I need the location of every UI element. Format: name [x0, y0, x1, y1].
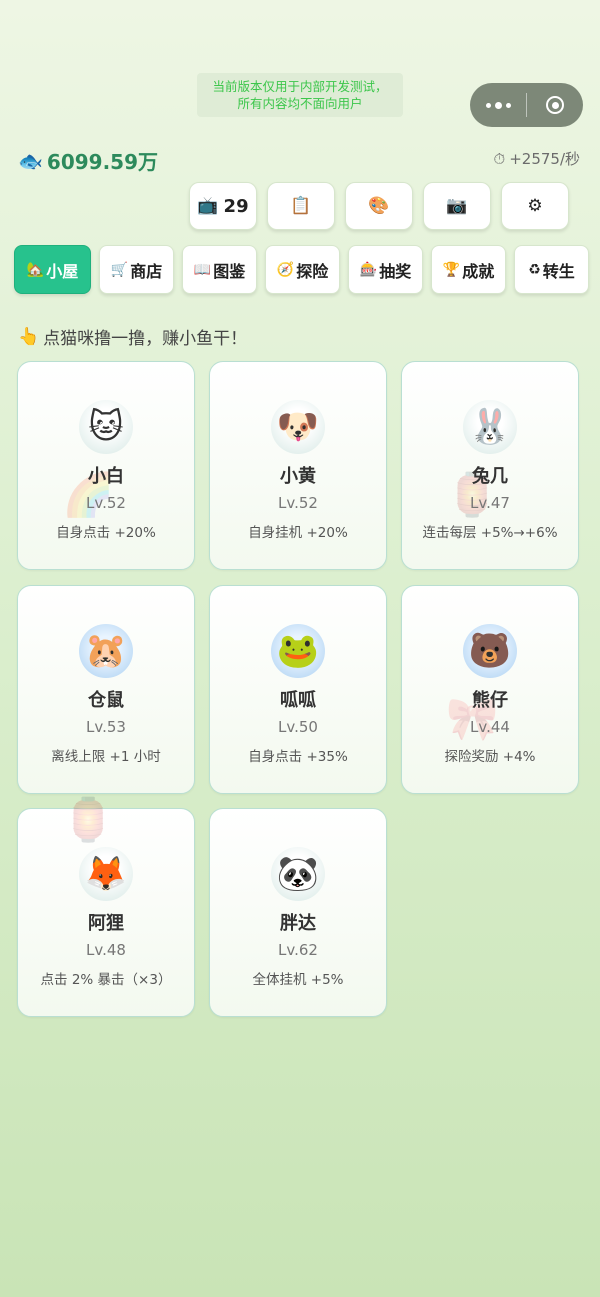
pet-skill: 连击每层 +5%→+6%	[422, 525, 558, 541]
slot-machine-icon: 🎰	[359, 261, 378, 278]
recycle-icon: ♻	[528, 261, 541, 278]
rate-value: +2575/秒	[509, 150, 580, 168]
pet-level: Lv.50	[278, 718, 318, 736]
pet-name: 熊仔	[472, 690, 508, 711]
pet-level: Lv.47	[470, 494, 510, 512]
miniprogram-capsule	[470, 83, 583, 127]
pet-card[interactable]: 🌈 🐱 小白 Lv.52 自身点击 +20%	[17, 361, 195, 570]
pet-level: Lv.62	[278, 941, 318, 959]
rabbit-icon: 🐰	[463, 400, 517, 454]
pet-skill: 自身点击 +20%	[56, 525, 156, 541]
pet-level: Lv.48	[86, 941, 126, 959]
pet-card[interactable]: 🐹 仓鼠 Lv.53 离线上限 +1 小时	[17, 585, 195, 794]
pet-skill: 自身挂机 +20%	[248, 525, 348, 541]
pet-skill: 点击 2% 暴击（×3）	[40, 972, 172, 988]
main-nav: 🏡 小屋 🛒 商店 📖 图鉴 🧭 探险 🎰 抽奖 🏆 成就 ♻ 转生	[14, 245, 589, 294]
clipboard-icon: 📋	[290, 196, 312, 216]
tab-compass[interactable]: 🧭 探险	[265, 245, 340, 294]
pet-name: 兔几	[472, 466, 508, 487]
tab-label: 抽奖	[379, 261, 412, 281]
toolbar: 📺 29 📋 🎨 📷 ⚙	[189, 182, 569, 230]
pet-level: Lv.53	[86, 718, 126, 736]
tab-book[interactable]: 📖 图鉴	[182, 245, 257, 294]
panda-icon: 🐼	[271, 847, 325, 901]
toolbar-button-palette[interactable]: 🎨	[345, 182, 413, 230]
tab-label: 成就	[462, 261, 495, 281]
pet-name: 阿狸	[88, 913, 124, 934]
pet-level: Lv.52	[86, 494, 126, 512]
tab-slot-machine[interactable]: 🎰 抽奖	[348, 245, 423, 294]
cat-icon: 🐱	[79, 400, 133, 454]
tab-label: 图鉴	[213, 261, 246, 281]
target-circle-icon[interactable]	[527, 96, 583, 114]
tab-cart[interactable]: 🛒 商店	[99, 245, 174, 294]
pet-level: Lv.52	[278, 494, 318, 512]
income-rate: ⏱ +2575/秒	[494, 148, 581, 169]
trophy-icon: 🏆	[442, 261, 461, 278]
pet-card[interactable]: 🏮 🐰 兔几 Lv.47 连击每层 +5%→+6%	[401, 361, 579, 570]
pet-skill: 全体挂机 +5%	[252, 972, 344, 988]
camera-icon: 📷	[446, 196, 468, 216]
tap-hint: 👆 点猫咪撸一撸，赚小鱼干！	[18, 324, 248, 350]
tab-trophy[interactable]: 🏆 成就	[431, 245, 506, 294]
pet-skill: 离线上限 +1 小时	[51, 749, 161, 765]
stopwatch-icon: ⏱	[493, 149, 506, 168]
pet-card[interactable]: 🏮 🦊 阿狸 Lv.48 点击 2% 暴击（×3）	[17, 795, 195, 1017]
frog-icon: 🐸	[271, 624, 325, 678]
pet-skill: 探险奖励 +4%	[444, 749, 536, 765]
pet-card[interactable]: 🐶 小黄 Lv.52 自身挂机 +20%	[209, 361, 387, 570]
pet-card[interactable]: 🐸 呱呱 Lv.50 自身点击 +35%	[209, 585, 387, 794]
tab-label: 探险	[296, 261, 329, 281]
palette-icon: 🎨	[368, 196, 390, 216]
toolbar-badge-count: 29	[223, 195, 249, 217]
toolbar-button-gear[interactable]: ⚙	[501, 182, 569, 230]
cart-icon: 🛒	[110, 261, 129, 278]
pet-name: 呱呱	[280, 690, 316, 711]
dev-notice-line1: 当前版本仅用于内部开发测试，	[212, 79, 388, 94]
gear-icon: ⚙	[527, 196, 543, 216]
fox-icon: 🦊	[79, 847, 133, 901]
tab-house[interactable]: 🏡 小屋	[14, 245, 91, 294]
pet-name: 小白	[88, 466, 124, 487]
tv-icon: 📺	[197, 196, 219, 216]
pet-name: 小黄	[280, 466, 316, 487]
dev-notice-line2: 所有内容均不面向用户	[237, 96, 363, 111]
tab-label: 商店	[130, 261, 163, 281]
dog-icon: 🐶	[271, 400, 325, 454]
book-icon: 📖	[193, 261, 212, 278]
bear-icon: 🐻	[463, 624, 517, 678]
coins-balance: 🐟 6099.59万	[18, 146, 158, 175]
dev-notice: 当前版本仅用于内部开发测试， 所有内容均不面向用户	[197, 73, 403, 117]
pet-skill: 自身点击 +35%	[248, 749, 348, 765]
house-icon: 🏡	[26, 261, 45, 278]
coins-value: 6099.59万	[46, 150, 158, 174]
pointing-finger-icon: 👆	[18, 326, 40, 347]
tab-recycle[interactable]: ♻ 转生	[514, 245, 589, 294]
hamster-icon: 🐹	[79, 624, 133, 678]
pet-card[interactable]: 🐼 胖达 Lv.62 全体挂机 +5%	[209, 808, 387, 1017]
compass-icon: 🧭	[276, 261, 295, 278]
pet-name: 仓鼠	[88, 690, 124, 711]
pet-name: 胖达	[280, 913, 316, 934]
pet-level: Lv.44	[470, 718, 510, 736]
more-dots-icon[interactable]	[470, 101, 526, 109]
toolbar-button-clipboard[interactable]: 📋	[267, 182, 335, 230]
toolbar-button-tv[interactable]: 📺 29	[189, 182, 257, 230]
decor-icon: 🏮	[62, 795, 115, 844]
tap-hint-text: 点猫咪撸一撸，赚小鱼干！	[43, 329, 248, 349]
fish-icon: 🐟	[18, 148, 43, 173]
pet-card[interactable]: 🎀 🐻 熊仔 Lv.44 探险奖励 +4%	[401, 585, 579, 794]
tab-label: 小屋	[46, 261, 79, 281]
toolbar-button-camera[interactable]: 📷	[423, 182, 491, 230]
tab-label: 转生	[542, 261, 575, 281]
